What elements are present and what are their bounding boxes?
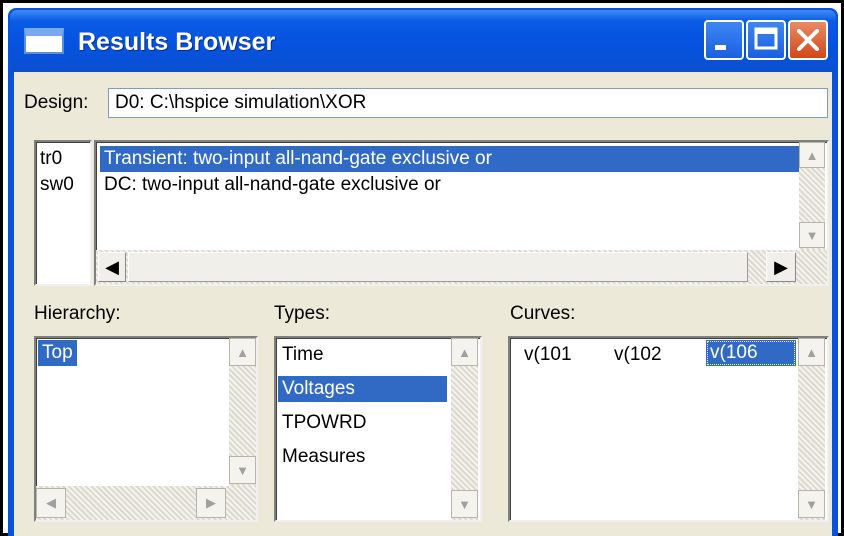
curves-label: Curves: [510,303,576,324]
arrow-up-icon: ▲ [458,344,471,360]
arrow-right-icon: ▶ [206,495,216,510]
types-item-selected[interactable]: Voltages [278,376,447,402]
arrow-down-icon: ▼ [805,496,818,512]
analysis-hscroll-thumb[interactable] [128,252,748,282]
close-icon [797,29,819,51]
arrow-up-icon: ▲ [236,344,249,360]
hierarchy-item-selected[interactable]: Top [38,340,77,366]
hierarchy-scroll-left-button[interactable]: ◀ [36,488,66,518]
window-app-icon [24,28,64,54]
arrow-down-icon: ▼ [805,227,819,243]
types-item[interactable]: TPOWRD [278,410,370,436]
types-scroll-up-button[interactable]: ▲ [451,338,478,366]
types-label: Types: [274,303,330,324]
analysis-scroll-left-button[interactable]: ◀ [98,252,126,282]
analysis-item[interactable]: DC: two-input all-nand-gate exclusive or [100,172,445,198]
curves-list[interactable]: v(101 v(102 v(106 ▲ ▼ [508,336,829,522]
minimize-icon [715,45,726,50]
design-field-value: D0: C:\hspice simulation\XOR [115,92,367,113]
analysis-id-item[interactable]: tr0 [36,146,66,172]
analysis-id-list[interactable]: tr0 sw0 [34,140,92,286]
arrow-down-icon: ▼ [458,496,471,512]
analysis-scroll-down-button[interactable]: ▼ [799,222,825,248]
curves-scroll-down-button[interactable]: ▼ [798,490,825,518]
close-button[interactable] [788,20,828,60]
hierarchy-scroll-down-button[interactable]: ▼ [229,456,256,484]
hierarchy-list[interactable]: Top ▲ ▼ ◀ ▶ [34,336,258,522]
analysis-scroll-right-button[interactable]: ▶ [766,252,796,282]
design-field[interactable]: D0: C:\hspice simulation\XOR [108,88,828,118]
curves-item-selected[interactable]: v(106 [706,340,796,366]
curves-item[interactable]: v(101 [520,342,576,368]
minimize-button[interactable] [704,20,744,60]
analysis-scroll-up-button[interactable]: ▲ [799,142,825,168]
hierarchy-label: Hierarchy: [34,303,121,324]
analysis-list[interactable]: Transient: two-input all-nand-gate exclu… [94,140,829,286]
arrow-up-icon: ▲ [805,344,818,360]
design-label: Design: [24,92,89,113]
arrow-right-icon: ▶ [774,256,788,277]
analysis-id-item[interactable]: sw0 [36,172,78,198]
maximize-button[interactable] [746,20,786,60]
arrow-left-icon: ◀ [46,495,56,510]
curves-scroll-up-button[interactable]: ▲ [798,338,825,366]
hierarchy-scroll-up-button[interactable]: ▲ [229,338,256,366]
types-scroll-down-button[interactable]: ▼ [451,490,478,518]
maximize-icon [754,27,778,50]
arrow-down-icon: ▼ [236,462,249,478]
types-list[interactable]: Time Voltages TPOWRD Measures ▲ ▼ [274,336,482,522]
arrow-left-icon: ◀ [105,256,119,277]
arrow-up-icon: ▲ [805,147,819,163]
analysis-item-selected[interactable]: Transient: two-input all-nand-gate exclu… [100,146,801,172]
curves-item[interactable]: v(102 [610,342,666,368]
types-item[interactable]: Measures [278,444,369,470]
window-title: Results Browser [78,28,276,56]
types-item[interactable]: Time [278,342,328,368]
hierarchy-scroll-right-button[interactable]: ▶ [196,488,226,518]
